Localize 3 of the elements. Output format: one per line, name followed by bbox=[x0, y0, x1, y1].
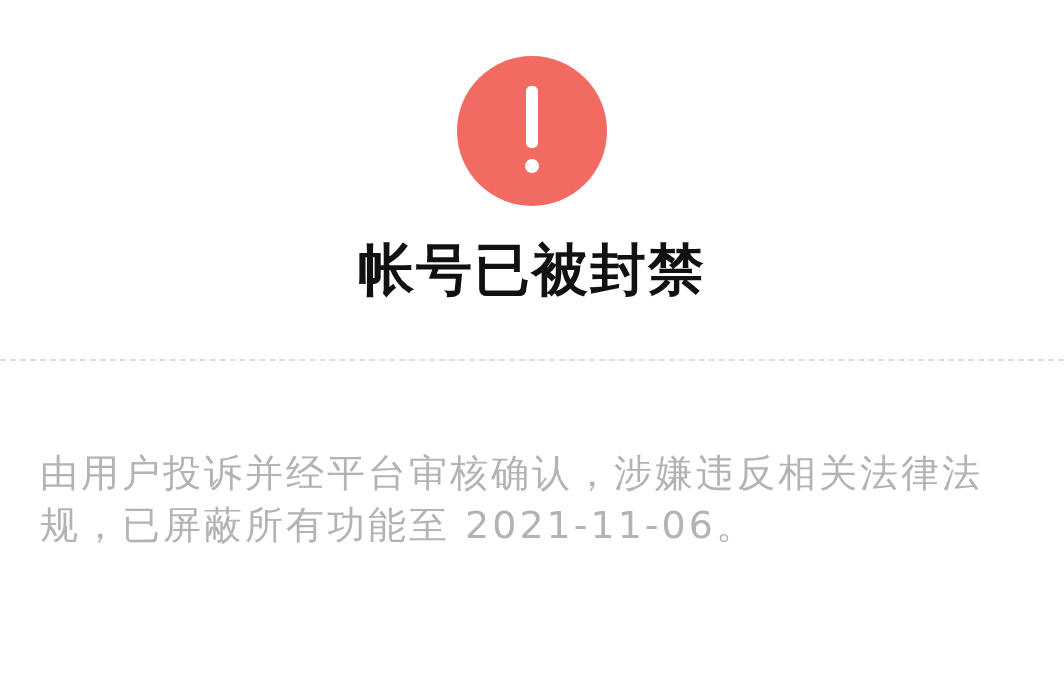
status-message: 由用户投诉并经平台审核确认，涉嫌违反相关法律法规，已屏蔽所有功能至 2021-11-06。 bbox=[40, 450, 984, 550]
alert-icon bbox=[457, 56, 607, 206]
status-title: 帐号已被封禁 bbox=[358, 236, 706, 304]
